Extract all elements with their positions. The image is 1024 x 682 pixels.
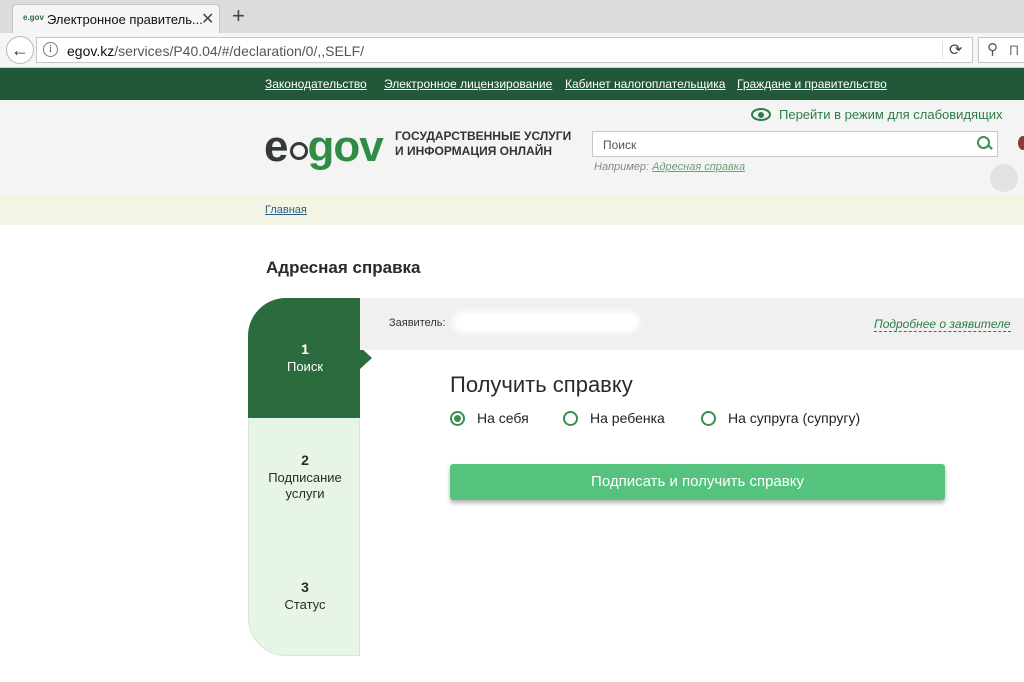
sign-and-get-certificate-button[interactable]: Подписать и получить справку xyxy=(450,464,945,500)
step-search: 1 Поиск xyxy=(249,341,361,375)
browser-search-field[interactable]: ⚲ П xyxy=(978,37,1024,63)
radio-self[interactable]: На себя xyxy=(450,410,529,426)
radio-checked-icon[interactable] xyxy=(450,411,465,426)
breadcrumb: Главная xyxy=(0,195,1024,225)
page-title: Адресная справка xyxy=(266,258,421,277)
step-number: 1 xyxy=(301,341,309,357)
eye-icon xyxy=(751,108,771,121)
side-circle-button[interactable] xyxy=(990,164,1018,192)
search-placeholder: Поиск xyxy=(603,138,637,152)
arrow-left-icon: ← xyxy=(11,40,29,60)
logo-arrow-icon xyxy=(290,142,308,160)
radio-label: На ребенка xyxy=(590,410,665,426)
step-pointer xyxy=(360,347,372,369)
step-label: Поиск xyxy=(286,359,324,374)
step-signing: 2 Подписание услуги xyxy=(249,452,361,502)
radio-spouse[interactable]: На супруга (супругу) xyxy=(701,410,860,426)
reload-icon[interactable]: ⟳ xyxy=(949,40,962,60)
browser-search-placeholder: П xyxy=(1009,42,1020,58)
back-button[interactable]: ← xyxy=(6,36,34,64)
step-number: 3 xyxy=(301,579,309,595)
form-title: Получить справку xyxy=(450,372,633,397)
applicant-name-redacted xyxy=(456,314,636,330)
search-icon: ⚲ xyxy=(987,41,998,58)
step-number: 2 xyxy=(301,452,309,468)
browser-tab[interactable]: e.gov Электронное правитель... ✕ xyxy=(12,4,220,33)
tagline-line1: ГОСУДАРСТВЕННЫЕ УСЛУГИ xyxy=(395,129,572,143)
new-tab-icon[interactable]: + xyxy=(232,3,245,29)
toplink-e-licensing[interactable]: Электронное лицензирование xyxy=(384,77,552,91)
tab-title: Электронное правитель... xyxy=(47,12,203,27)
radio-unchecked-icon[interactable] xyxy=(563,411,578,426)
radio-label: На себя xyxy=(477,410,529,426)
close-icon[interactable]: ✕ xyxy=(201,9,214,29)
separator xyxy=(942,41,943,59)
step-label: Подписание услуги xyxy=(268,470,342,501)
side-widget-icon[interactable] xyxy=(1018,136,1024,150)
top-links-bar: Законодательство Электронное лицензирова… xyxy=(0,68,1024,100)
breadcrumb-home[interactable]: Главная xyxy=(265,204,307,216)
logo-gov: gov xyxy=(307,122,383,171)
site-search-input[interactable]: Поиск xyxy=(592,131,998,157)
steps-sidebar: 1 Поиск 2 Подписание услуги 3 Статус xyxy=(248,298,372,656)
search-example: Например: Адресная справка xyxy=(594,161,745,173)
url-text[interactable]: egov.kz/services/P40.04/#/declaration/0/… xyxy=(67,43,364,59)
egov-favicon-icon: e.gov xyxy=(23,13,44,22)
step-label: Статус xyxy=(284,597,326,612)
site-tagline: ГОСУДАРСТВЕННЫЕ УСЛУГИ И ИНФОРМАЦИЯ ОНЛА… xyxy=(395,129,571,159)
toplink-taxpayer-cabinet[interactable]: Кабинет налогоплательщика xyxy=(565,77,725,91)
egov-logo[interactable]: e gov xyxy=(264,122,384,172)
step-status: 3 Статус xyxy=(249,579,361,613)
address-bar[interactable]: i egov.kz/services/P40.04/#/declaration/… xyxy=(36,37,973,63)
example-prefix: Например: xyxy=(594,161,650,173)
applicant-band: Заявитель: Подробнее о заявителе xyxy=(360,298,1024,350)
low-vision-mode-link[interactable]: Перейти в режим для слабовидящих xyxy=(751,107,1003,122)
info-icon[interactable]: i xyxy=(43,42,58,57)
toplink-legislation[interactable]: Законодательство xyxy=(265,77,367,91)
browser-nav-bar: ← i egov.kz/services/P40.04/#/declaratio… xyxy=(0,33,1024,68)
logo-e: e xyxy=(264,122,289,171)
browser-tab-bar: e.gov Электронное правитель... ✕ + xyxy=(0,0,1024,33)
applicant-label: Заявитель: xyxy=(389,317,446,329)
url-host: egov.kz xyxy=(67,43,115,59)
applicant-details-link[interactable]: Подробнее о заявителе xyxy=(874,317,1011,332)
site-header: e gov ГОСУДАРСТВЕННЫЕ УСЛУГИ И ИНФОРМАЦИЯ… xyxy=(0,100,1024,195)
example-link[interactable]: Адресная справка xyxy=(652,161,745,173)
toplink-citizens-government[interactable]: Граждане и правительство xyxy=(737,77,887,91)
url-path: /services/P40.04/#/declaration/0/,,SELF/ xyxy=(114,43,365,59)
tagline-line2: И ИНФОРМАЦИЯ ОНЛАЙН xyxy=(395,144,553,158)
radio-label: На супруга (супругу) xyxy=(728,410,861,426)
radio-child[interactable]: На ребенка xyxy=(563,410,665,426)
low-vision-label: Перейти в режим для слабовидящих xyxy=(779,107,1003,122)
radio-unchecked-icon[interactable] xyxy=(701,411,716,426)
search-icon[interactable] xyxy=(977,136,991,150)
